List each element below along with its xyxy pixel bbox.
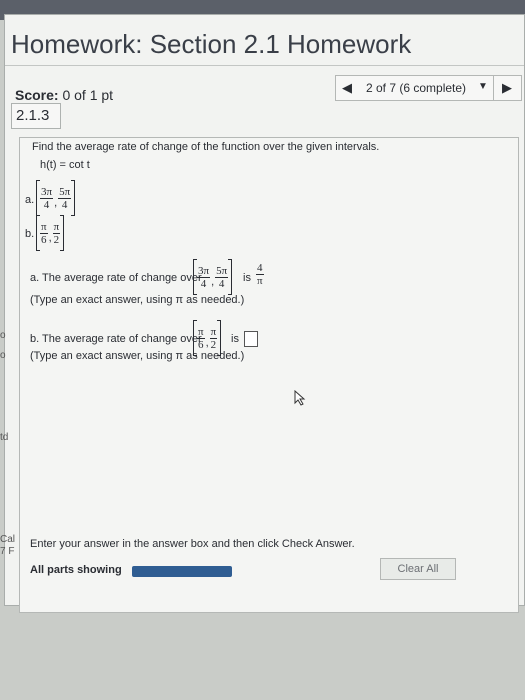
interval-left-fraction: π 6 — [40, 221, 48, 246]
score-label: Score: — [15, 87, 59, 103]
title-divider — [5, 65, 524, 66]
fraction-denominator: 2 — [210, 338, 217, 351]
progress-bar — [132, 566, 232, 577]
mouse-cursor-icon — [294, 390, 306, 406]
question-position: 2 of 7 (6 complete) — [366, 81, 467, 95]
fraction-denominator: 4 — [200, 277, 207, 290]
interval-right-fraction: 5π 4 — [58, 185, 72, 211]
side-fragment: 7 F — [0, 546, 15, 557]
fraction-numerator: π — [209, 325, 218, 339]
comma: , — [205, 337, 209, 349]
answer-a-result: 4 π — [256, 262, 264, 287]
fraction-numerator: π — [197, 325, 205, 339]
fraction-numerator: 5π — [58, 185, 72, 199]
homework-window: Homework: Section 2.1 Homework Score: 0 … — [4, 14, 525, 613]
parts-showing-label: All parts showing — [30, 564, 122, 576]
part-b-interval: π 6 , π 2 — [36, 215, 65, 251]
right-bracket — [71, 180, 76, 216]
part-a-interval: 3π 4 , 5π 4 — [36, 180, 76, 216]
answer-b-text: b. The average rate of change over — [30, 333, 202, 345]
fraction-numerator: π — [40, 220, 48, 234]
clear-all-button[interactable]: Clear All — [380, 558, 456, 580]
question-navigator: ◀ 2 of 7 (6 complete) ▼ ▶ — [335, 75, 522, 101]
question-list-dropdown-icon[interactable]: ▼ — [478, 81, 488, 92]
right-bracket — [60, 215, 65, 251]
part-b-label: b. — [25, 228, 35, 240]
fraction-denominator: 4 — [61, 198, 68, 211]
side-fragment: o — [0, 330, 6, 341]
fraction-denominator: π — [257, 275, 263, 287]
answer-a-text: a. The average rate of change over — [30, 272, 202, 284]
previous-question-button[interactable]: ◀ — [342, 80, 352, 96]
result-fraction: 4 π — [256, 262, 264, 287]
next-question-button[interactable]: ▶ — [502, 80, 512, 96]
comma: , — [54, 197, 58, 209]
right-bracket — [228, 259, 233, 295]
fraction-denominator: 6 — [198, 338, 204, 351]
fraction-numerator: 5π — [215, 264, 229, 278]
fraction-numerator: 4 — [256, 262, 264, 275]
score-display: Score: 0 of 1 pt — [15, 87, 113, 103]
nav-divider — [493, 76, 494, 100]
fraction-denominator: 6 — [41, 233, 47, 246]
interval-right-fraction: π 2 — [52, 220, 61, 246]
answer-a-interval: 3π 4 , 5π 4 — [193, 259, 233, 295]
instruction-message: Enter your answer in the answer box and … — [30, 538, 355, 550]
interval-right-fraction: 5π 4 — [215, 264, 229, 290]
answer-a-hint: (Type an exact answer, using π as needed… — [30, 294, 245, 306]
answer-b-hint: (Type an exact answer, using π as needed… — [30, 350, 245, 362]
fraction-numerator: 3π — [197, 264, 211, 278]
side-fragment: o — [0, 350, 6, 361]
comma: , — [211, 276, 215, 288]
page-title: Homework: Section 2.1 Homework — [11, 29, 412, 59]
fraction-denominator: 4 — [43, 198, 50, 211]
side-fragment: Cal — [0, 534, 16, 545]
question-prompt: Find the average rate of change of the f… — [32, 141, 380, 153]
fraction-denominator: 2 — [53, 233, 60, 246]
interval-left-fraction: 3π 4 — [40, 185, 54, 211]
interval-left-fraction: 3π 4 — [197, 264, 211, 290]
answer-a-is: is — [243, 272, 251, 284]
fraction-numerator: π — [52, 220, 61, 234]
question-number: 2.1.3 — [11, 103, 61, 129]
interval-right-fraction: π 2 — [209, 325, 218, 351]
part-a-label: a. — [25, 194, 35, 206]
score-value: 0 of 1 pt — [62, 87, 114, 103]
fraction-numerator: 3π — [40, 185, 54, 199]
function-definition: h(t) = cot t — [40, 159, 90, 171]
answer-b-is: is — [231, 333, 239, 345]
answer-b-input[interactable] — [244, 331, 258, 347]
comma: , — [48, 232, 52, 244]
interval-left-fraction: π 6 — [197, 326, 205, 351]
side-fragment: td — [0, 432, 9, 443]
fraction-denominator: 4 — [218, 277, 225, 290]
